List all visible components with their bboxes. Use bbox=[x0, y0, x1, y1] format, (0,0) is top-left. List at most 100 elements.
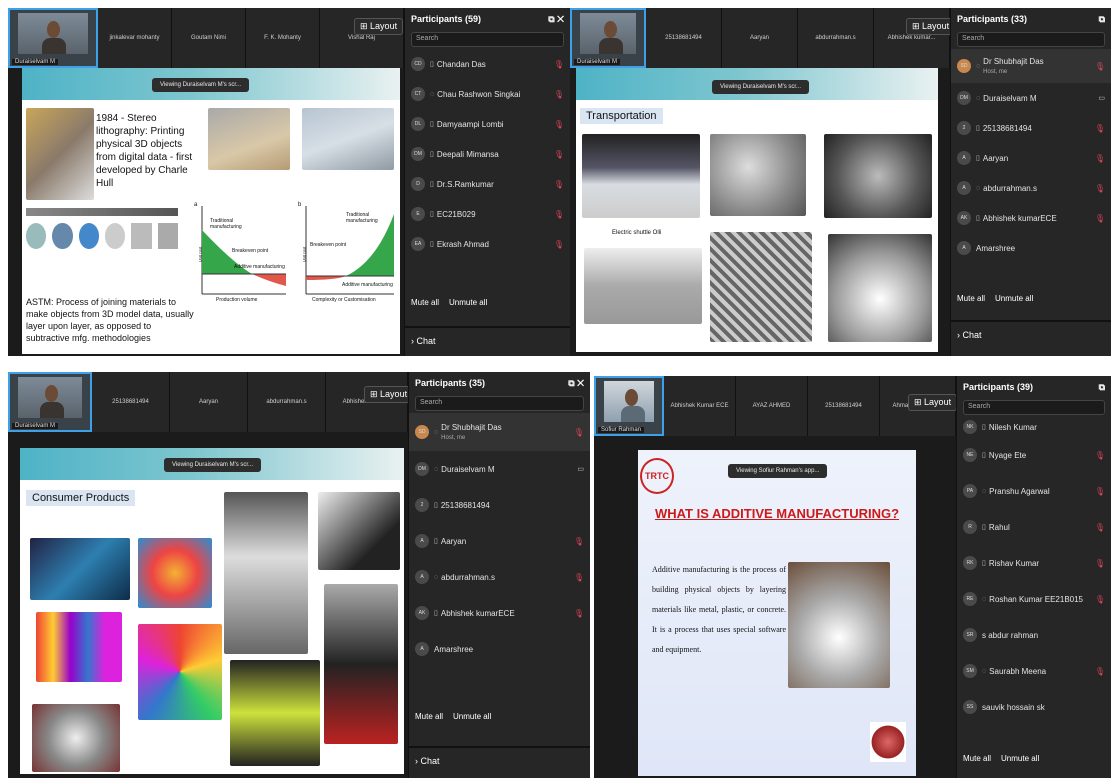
search-input[interactable]: Search bbox=[415, 396, 584, 411]
avatar: SD bbox=[415, 425, 429, 439]
mic-muted-icon[interactable]: 🎙 bbox=[1095, 124, 1105, 133]
mic-muted-icon[interactable]: 🎙 bbox=[554, 60, 564, 69]
participant-tile[interactable]: 25138681494 bbox=[646, 8, 722, 68]
layout-button[interactable]: ⊞ Layout bbox=[364, 386, 414, 403]
mic-muted-icon[interactable]: 🎙 bbox=[574, 428, 584, 437]
participant-row[interactable]: SD ◌ Dr Shubhajit Das Host, me 🎙 bbox=[409, 413, 590, 451]
participant-row[interactable]: E ▯ EC21B029 🎙 bbox=[405, 199, 570, 229]
participant-row[interactable]: NE ▯ Nyage Ete 🎙 bbox=[957, 437, 1111, 473]
participant-row[interactable]: DM ▯ Deepali Mimansa 🎙 bbox=[405, 139, 570, 169]
participant-row[interactable]: RK ▯ Rishav Kumar 🎙 bbox=[957, 545, 1111, 581]
participant-row[interactable]: SD ◌ Dr Shubhajit Das Host, me 🎙 bbox=[951, 49, 1111, 83]
participant-row[interactable]: DM ◌ Duraiselvam M ▭ bbox=[409, 451, 590, 487]
mic-muted-icon[interactable]: 🎙 bbox=[554, 120, 564, 129]
unmute-all-button[interactable]: Unmute all bbox=[449, 298, 487, 307]
participant-tile[interactable]: Goutam Nimi bbox=[172, 8, 246, 68]
participant-tile[interactable]: Abhishek kumar... bbox=[874, 8, 950, 68]
search-input[interactable]: Search bbox=[957, 32, 1105, 47]
layout-button[interactable]: ⊞ Layout bbox=[354, 18, 404, 35]
participant-row[interactable]: AK ▯ Abhishek kumarECE 🎙 bbox=[951, 203, 1111, 233]
participant-tile[interactable]: AYAZ AHMED bbox=[736, 376, 808, 436]
layout-button[interactable]: ⊞ Layout bbox=[906, 18, 956, 35]
mic-muted-icon[interactable]: 🎙 bbox=[1095, 184, 1105, 193]
unmute-all-button[interactable]: Unmute all bbox=[453, 712, 491, 721]
participant-row[interactable]: D ▯ Dr.S.Ramkumar 🎙 bbox=[405, 169, 570, 199]
mic-muted-icon[interactable]: 🎙 bbox=[554, 210, 564, 219]
mute-all-button[interactable]: Mute all bbox=[411, 298, 439, 307]
participant-tile[interactable]: Aaryan bbox=[170, 372, 248, 432]
participant-tile[interactable]: abdurrahman.s bbox=[248, 372, 326, 432]
search-input[interactable]: Search bbox=[963, 400, 1105, 415]
self-video-tile[interactable]: Sofiur Rahman bbox=[594, 376, 664, 436]
participant-row[interactable]: A ◌ abdurrahman.s 🎙 bbox=[409, 559, 590, 595]
participant-row[interactable]: SS sauvik hossain sk bbox=[957, 689, 1111, 725]
participant-row[interactable]: A ▯ Aaryan 🎙 bbox=[951, 143, 1111, 173]
participant-row[interactable]: EA ▯ Ekrash Ahmad 🎙 bbox=[405, 229, 570, 259]
participant-row[interactable]: 2 ▯ 25138681494 bbox=[409, 487, 590, 523]
participant-tile[interactable]: jinkalevar mohanty bbox=[98, 8, 172, 68]
self-video-tile[interactable]: Duraiselvam M bbox=[8, 8, 98, 68]
participant-tile[interactable]: abdurrahman.s bbox=[798, 8, 874, 68]
participant-row[interactable]: SR s abdur rahman bbox=[957, 617, 1111, 653]
panel-popout-icon[interactable]: ⧉ bbox=[1099, 382, 1105, 393]
participant-tile[interactable]: Aaryan bbox=[722, 8, 798, 68]
participant-row[interactable]: 2 ▯ 25138681494 🎙 bbox=[951, 113, 1111, 143]
avatar: E bbox=[411, 207, 425, 221]
chat-bar[interactable]: › Chat bbox=[409, 746, 590, 774]
participant-row[interactable]: RE ◌ Roshan Kumar EE21B015 🎙 bbox=[957, 581, 1111, 617]
mic-muted-icon[interactable]: 🎙 bbox=[574, 537, 584, 546]
participant-row[interactable]: A ◌ abdurrahman.s 🎙 bbox=[951, 173, 1111, 203]
mic-muted-icon[interactable]: 🎙 bbox=[574, 609, 584, 618]
mic-muted-icon[interactable]: 🎙 bbox=[1095, 559, 1105, 568]
mic-muted-icon[interactable]: 🎙 bbox=[554, 150, 564, 159]
camera-icon[interactable]: ▭ bbox=[1098, 94, 1105, 102]
self-video-tile[interactable]: Duraiselvam M bbox=[8, 372, 92, 432]
participant-row[interactable]: CD ▯ Chandan Das 🎙 bbox=[405, 49, 570, 79]
device-icon: ◌ bbox=[982, 667, 987, 675]
unmute-all-button[interactable]: Unmute all bbox=[995, 294, 1033, 303]
participant-row[interactable]: PA ◌ Pranshu Agarwal 🎙 bbox=[957, 473, 1111, 509]
mic-muted-icon[interactable]: 🎙 bbox=[1095, 451, 1105, 460]
search-input[interactable]: Search bbox=[411, 32, 564, 47]
mute-all-button[interactable]: Mute all bbox=[415, 712, 443, 721]
mic-muted-icon[interactable]: 🎙 bbox=[574, 573, 584, 582]
unmute-all-button[interactable]: Unmute all bbox=[1001, 754, 1039, 763]
panel-header: Participants (39) ⧉ bbox=[957, 376, 1111, 398]
mic-muted-icon[interactable]: 🎙 bbox=[554, 180, 564, 189]
participant-row[interactable]: SM ◌ Saurabh Meena 🎙 bbox=[957, 653, 1111, 689]
participant-row[interactable]: DL ▯ Damyaampi Lombi 🎙 bbox=[405, 109, 570, 139]
chat-bar[interactable]: › Chat bbox=[405, 326, 570, 354]
mic-muted-icon[interactable]: 🎙 bbox=[554, 240, 564, 249]
mic-muted-icon[interactable]: 🎙 bbox=[1095, 487, 1105, 496]
mic-muted-icon[interactable]: 🎙 bbox=[1095, 154, 1105, 163]
mic-muted-icon[interactable]: 🎙 bbox=[1095, 667, 1105, 676]
participant-row[interactable]: A Amarshree bbox=[409, 631, 590, 667]
participant-row[interactable]: NK ▯ Nilesh Kumar bbox=[957, 417, 1111, 437]
mute-all-button[interactable]: Mute all bbox=[957, 294, 985, 303]
mic-muted-icon[interactable]: 🎙 bbox=[1095, 595, 1105, 604]
participant-tile[interactable]: F. K. Mohanty bbox=[246, 8, 320, 68]
mic-muted-icon[interactable]: 🎙 bbox=[1095, 62, 1105, 71]
mic-muted-icon[interactable]: 🎙 bbox=[1095, 523, 1105, 532]
participant-tile[interactable]: Vishal Raj bbox=[320, 8, 404, 68]
participant-row[interactable]: A Amarshree bbox=[951, 233, 1111, 263]
panel-popout-icon[interactable]: ⧉ bbox=[1099, 14, 1105, 25]
mute-all-button[interactable]: Mute all bbox=[963, 754, 991, 763]
participant-tile[interactable]: 25138681494 bbox=[92, 372, 170, 432]
participant-row[interactable]: AK ▯ Abhishek kumarECE 🎙 bbox=[409, 595, 590, 631]
participant-row[interactable]: DM ◌ Duraiselvam M ▭ bbox=[951, 83, 1111, 113]
camera-icon[interactable]: ▭ bbox=[577, 465, 584, 473]
participant-row[interactable]: A ▯ Aaryan 🎙 bbox=[409, 523, 590, 559]
participant-tile[interactable]: 25138681494 bbox=[808, 376, 880, 436]
participant-row[interactable]: R ▯ Rahul 🎙 bbox=[957, 509, 1111, 545]
avatar: A bbox=[415, 570, 429, 584]
chat-bar[interactable]: › Chat bbox=[951, 320, 1111, 348]
participant-row[interactable]: CT ◌ Chau Rashwon Singkai 🎙 bbox=[405, 79, 570, 109]
participant-tile[interactable]: Abhishek Kumar ECE bbox=[664, 376, 736, 436]
layout-button[interactable]: ⊞ Layout bbox=[908, 394, 958, 411]
self-video-tile[interactable]: Duraiselvam M bbox=[570, 8, 646, 68]
mic-muted-icon[interactable]: 🎙 bbox=[1095, 214, 1105, 223]
panel-popout-icon[interactable]: ⧉ ✕ bbox=[568, 378, 584, 389]
panel-popout-icon[interactable]: ⧉ ✕ bbox=[548, 14, 564, 25]
mic-muted-icon[interactable]: 🎙 bbox=[554, 90, 564, 99]
